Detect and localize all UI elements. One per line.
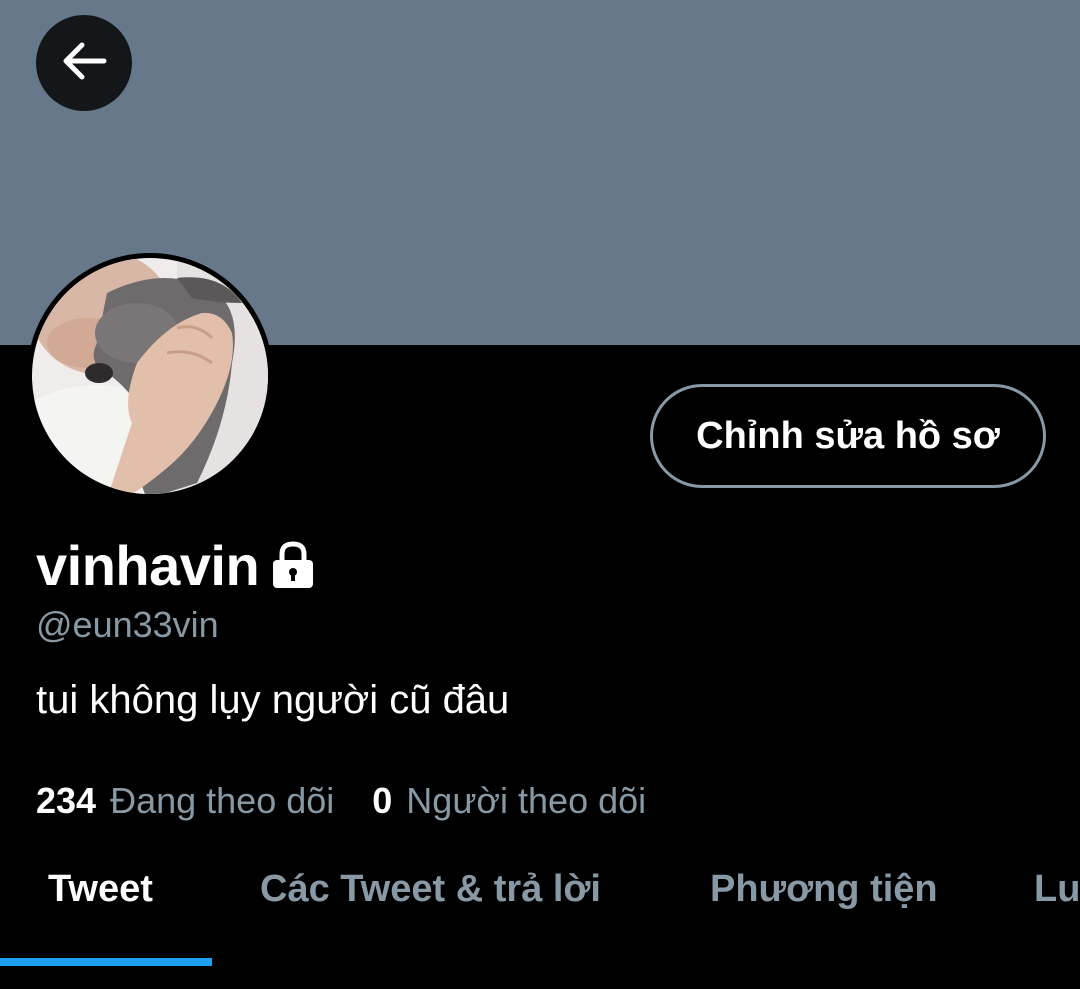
- profile-tabs: Tweet Các Tweet & trả lời Phương tiện Lu: [0, 850, 1080, 970]
- tab-media[interactable]: Phương tiện: [710, 868, 938, 911]
- display-name-row: vinhavin: [36, 530, 317, 600]
- following-count: 234: [36, 780, 97, 821]
- tab-tweets[interactable]: Tweet: [48, 868, 153, 911]
- tab-tweets-and-replies[interactable]: Các Tweet & trả lời: [260, 868, 601, 911]
- followers-stat[interactable]: 0 Người theo dõi: [372, 780, 646, 822]
- followers-label: Người theo dõi: [406, 780, 647, 821]
- edit-profile-button[interactable]: Chỉnh sửa hồ sơ: [650, 384, 1046, 488]
- tab-likes[interactable]: Lu: [1034, 868, 1080, 911]
- follow-stats: 234 Đang theo dõi 0 Người theo dõi: [36, 780, 1080, 830]
- back-button[interactable]: [36, 15, 132, 111]
- profile-page: Chỉnh sửa hồ sơ vinhavin @eun33vin tui k…: [0, 0, 1080, 989]
- following-stat[interactable]: 234 Đang theo dõi: [36, 780, 334, 822]
- profile-bio: tui không lụy người cũ đâu: [36, 678, 510, 722]
- followers-count: 0: [372, 780, 393, 821]
- following-label: Đang theo dõi: [110, 780, 335, 821]
- display-name: vinhavin: [36, 533, 260, 597]
- avatar[interactable]: [27, 253, 273, 499]
- arrow-left-icon: [58, 35, 110, 92]
- user-handle: @eun33vin: [36, 604, 219, 645]
- active-tab-indicator: [0, 958, 212, 966]
- lock-icon: [269, 540, 317, 590]
